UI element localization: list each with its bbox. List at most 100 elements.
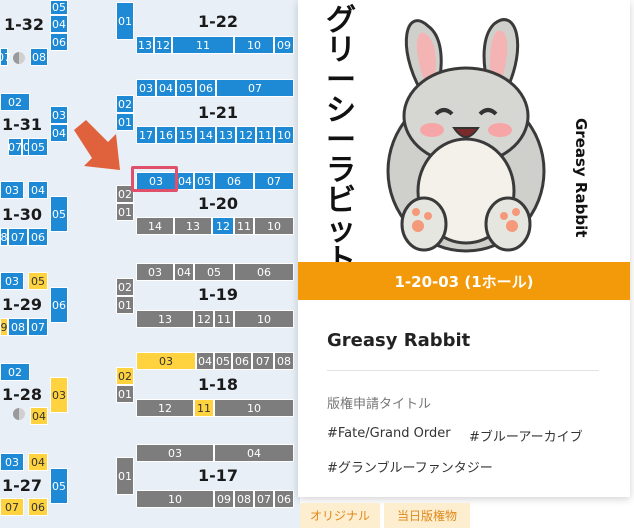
venue-map[interactable]: 01 13 12 11 10 09 03 04 05 06 07 02 01 17 16 15 14 13 12 11…: [0, 0, 300, 528]
space-cell-1-21-17[interactable]: 17: [136, 126, 156, 144]
space-cell-1-21-04[interactable]: 04: [156, 79, 176, 97]
space-cell-1-18-10[interactable]: 10: [214, 399, 294, 417]
space-cell-1-21-16[interactable]: 16: [156, 126, 176, 144]
space-cell-1-22-12[interactable]: 12: [154, 36, 172, 54]
space-cell-1-18-07[interactable]: 07: [252, 352, 274, 370]
space-cell-1-19-12[interactable]: 12: [194, 310, 214, 328]
space-cell-1-31-03[interactable]: 03: [50, 106, 68, 124]
space-cell-1-19-04[interactable]: 04: [174, 263, 194, 281]
space-cell-1-22-01[interactable]: 01: [116, 2, 134, 40]
space-cell-1-30-03[interactable]: 03: [0, 181, 24, 199]
space-cell-1-28-02[interactable]: 02: [0, 363, 30, 381]
space-cell-1-29-05[interactable]: 05: [28, 272, 48, 290]
space-cell-1-27-06[interactable]: 06: [28, 498, 48, 516]
space-cell-1-20-05[interactable]: 05: [194, 172, 214, 190]
space-cell-1-19-01[interactable]: 01: [116, 296, 134, 314]
space-cell-1-22-13[interactable]: 13: [136, 36, 154, 54]
space-cell-1-18-05[interactable]: 05: [214, 352, 232, 370]
pie-marker: [13, 408, 25, 420]
space-cell-1-31-02[interactable]: 02: [0, 93, 30, 111]
space-cell-1-32-08[interactable]: 08: [30, 48, 48, 66]
space-cell-1-20-01[interactable]: 01: [116, 203, 134, 221]
space-cell-1-32-06[interactable]: 06: [50, 33, 68, 51]
space-cell-1-20-04[interactable]: 04: [176, 172, 194, 190]
space-cell-1-28-03[interactable]: 03: [50, 377, 68, 413]
space-cell-1-31-04[interactable]: 04: [50, 124, 68, 142]
space-cell-1-21-11[interactable]: 11: [256, 126, 274, 144]
tag-link[interactable]: #ブルーアーカイブ: [469, 426, 583, 445]
space-cell-1-31-07[interactable]: 07: [8, 138, 22, 156]
space-cell-1-30-06[interactable]: 06: [28, 228, 48, 246]
space-cell-1-21-10[interactable]: 10: [274, 126, 294, 144]
space-cell-1-20-14[interactable]: 14: [136, 217, 174, 235]
space-cell-1-30-05[interactable]: 05: [50, 196, 68, 232]
tag-link[interactable]: #グランブルーファンタジー: [327, 457, 493, 476]
space-cell-1-17-07[interactable]: 07: [254, 490, 274, 508]
space-cell-1-28-04[interactable]: 04: [30, 407, 48, 425]
space-cell-1-17-09[interactable]: 09: [214, 490, 234, 508]
space-cell-1-30-07[interactable]: 07: [8, 228, 28, 246]
space-cell-1-27-03[interactable]: 03: [0, 453, 24, 471]
chip-original[interactable]: オリジナル: [300, 503, 380, 528]
space-cell-1-21-06[interactable]: 06: [196, 79, 216, 97]
space-cell-1-17-01[interactable]: 01: [116, 457, 134, 495]
space-cell-1-21-12[interactable]: 12: [236, 126, 256, 144]
space-cell-1-30-8[interactable]: 8: [0, 228, 8, 246]
space-cell-1-20-12[interactable]: 12: [212, 217, 234, 235]
space-cell-1-17-04[interactable]: 04: [214, 444, 294, 462]
space-cell-1-19-11[interactable]: 11: [214, 310, 234, 328]
space-cell-1-18-01[interactable]: 01: [116, 385, 134, 403]
space-cell-1-17-08[interactable]: 08: [234, 490, 254, 508]
space-cell-1-19-05[interactable]: 05: [194, 263, 234, 281]
space-cell-1-19-03[interactable]: 03: [136, 263, 174, 281]
space-cell-1-22-09[interactable]: 09: [274, 36, 294, 54]
chip-event-license[interactable]: 当日版権物: [384, 503, 470, 528]
space-cell-1-18-02[interactable]: 02: [116, 367, 134, 385]
space-cell-1-20-06[interactable]: 06: [214, 172, 254, 190]
space-cell-1-19-13[interactable]: 13: [136, 310, 194, 328]
space-cell-1-20-11[interactable]: 11: [234, 217, 254, 235]
space-cell-1-21-13[interactable]: 13: [216, 126, 236, 144]
space-cell-1-29-9[interactable]: 9: [0, 318, 8, 336]
space-cell-1-32-04[interactable]: 04: [50, 15, 68, 33]
space-cell-1-29-03[interactable]: 03: [0, 272, 24, 290]
space-cell-1-22-11[interactable]: 11: [172, 36, 234, 54]
tag-link[interactable]: #Fate/Grand Order: [327, 426, 451, 441]
space-cell-1-18-12[interactable]: 12: [136, 399, 194, 417]
space-cell-1-31-05[interactable]: 05: [28, 138, 48, 156]
space-cell-1-19-10[interactable]: 10: [234, 310, 294, 328]
space-cell-1-18-06[interactable]: 06: [232, 352, 252, 370]
space-cell-1-29-08[interactable]: 08: [8, 318, 28, 336]
space-cell-1-32-05[interactable]: 05: [50, 0, 68, 15]
block-label-1-19: 1-19: [198, 285, 239, 304]
space-cell-1-20-07[interactable]: 07: [254, 172, 294, 190]
space-cell-1-21-15[interactable]: 15: [176, 126, 196, 144]
space-cell-1-19-02[interactable]: 02: [116, 278, 134, 296]
space-cell-1-18-08[interactable]: 08: [274, 352, 294, 370]
space-cell-1-27-05[interactable]: 05: [50, 468, 68, 504]
space-cell-1-21-03[interactable]: 03: [136, 79, 156, 97]
space-cell-1-17-10[interactable]: 10: [136, 490, 214, 508]
selected-space-marker: [131, 166, 178, 192]
space-cell-1-30-04[interactable]: 04: [28, 181, 48, 199]
space-cell-1-22-10[interactable]: 10: [234, 36, 274, 54]
space-cell-1-17-03[interactable]: 03: [136, 444, 214, 462]
space-cell-1-27-04[interactable]: 04: [28, 453, 48, 471]
space-cell-1-29-07[interactable]: 07: [28, 318, 48, 336]
space-cell-1-20-10[interactable]: 10: [254, 217, 294, 235]
space-cell-1-21-14[interactable]: 14: [196, 126, 216, 144]
rabbit-illustration-icon: [386, 18, 546, 253]
space-cell-1-21-05[interactable]: 05: [176, 79, 196, 97]
space-cell-1-32-07[interactable]: 07: [0, 48, 11, 66]
block-label-1-22: 1-22: [198, 12, 239, 31]
space-cell-1-21-07[interactable]: 07: [216, 79, 294, 97]
space-cell-1-27-07[interactable]: 07: [0, 498, 24, 516]
space-cell-1-20-13[interactable]: 13: [174, 217, 212, 235]
space-cell-1-18-11[interactable]: 11: [194, 399, 214, 417]
space-cell-1-18-03[interactable]: 03: [136, 352, 196, 370]
space-cell-1-19-06[interactable]: 06: [234, 263, 294, 281]
space-cell-1-29-06[interactable]: 06: [50, 287, 68, 323]
space-cell-1-18-04[interactable]: 04: [196, 352, 214, 370]
space-cell-1-21-02[interactable]: 02: [116, 95, 134, 113]
space-cell-1-17-06[interactable]: 06: [274, 490, 294, 508]
